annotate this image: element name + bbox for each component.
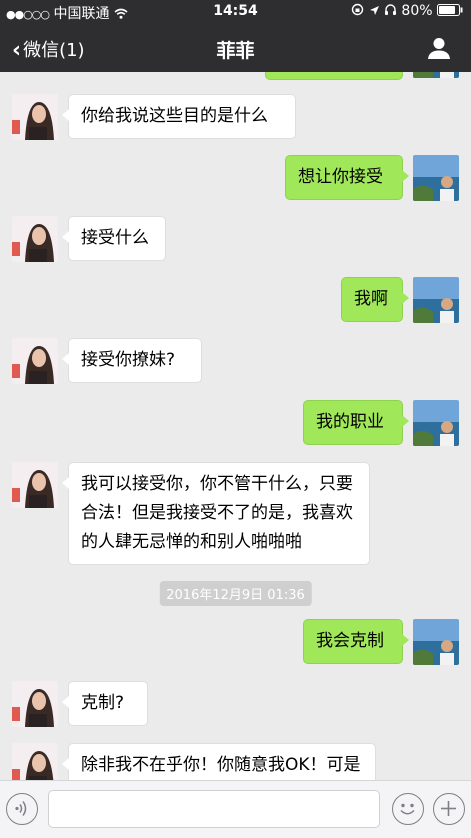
my-avatar[interactable]	[413, 155, 459, 201]
profile-button[interactable]	[427, 36, 451, 60]
message-bubble-incoming[interactable]: 你给我说这些目的是什么	[62, 94, 296, 139]
chat-title: 菲菲	[216, 40, 255, 62]
message-bubble-outgoing[interactable]: 我啊	[341, 277, 409, 322]
battery-percent: 80%	[401, 3, 433, 19]
contact-avatar[interactable]	[12, 462, 58, 508]
message-bubble-outgoing[interactable]: 想让你接受	[285, 155, 409, 200]
my-avatar[interactable]	[413, 72, 459, 78]
contact-avatar[interactable]	[12, 681, 58, 727]
chat-area[interactable]: 你给我说这些目的是什么 想让你接受 接受什么 我啊 接受你撩妹? 我的职业 我可…	[0, 72, 471, 780]
emoji-button[interactable]	[392, 793, 424, 825]
partial-outgoing-bubble	[265, 72, 403, 80]
contact-avatar[interactable]	[12, 743, 58, 780]
voice-button[interactable]	[6, 793, 38, 825]
message-input[interactable]	[48, 790, 380, 828]
nav-bar: ‹ 微信(1) 菲菲	[0, 24, 471, 72]
headphones-icon	[384, 3, 401, 19]
contact-avatar[interactable]	[12, 216, 58, 262]
plus-icon	[441, 801, 456, 816]
message-bubble-outgoing[interactable]: 我会克制	[303, 619, 409, 664]
message-bubble-incoming[interactable]: 接受你撩妹?	[62, 338, 202, 383]
message-bubble-incoming[interactable]: 我可以接受你，你不管干什么，只要合法！但是我接受不了的是，我喜欢的人肆无忌惮的和…	[62, 462, 370, 565]
location-icon	[369, 3, 384, 19]
more-button[interactable]	[433, 793, 465, 825]
status-bar: ●●○○○ 中国联通 14:54 80%	[0, 0, 471, 24]
status-right: 80%	[351, 3, 463, 19]
contact-avatar[interactable]	[12, 338, 58, 384]
contact-avatar[interactable]	[12, 94, 58, 140]
my-avatar[interactable]	[413, 277, 459, 323]
battery-icon	[437, 3, 463, 19]
orientation-lock-icon	[351, 3, 368, 19]
my-avatar[interactable]	[413, 400, 459, 446]
message-bubble-outgoing[interactable]: 我的职业	[303, 400, 409, 445]
voice-icon	[15, 801, 27, 816]
message-bubble-incoming[interactable]: 克制?	[62, 681, 148, 726]
message-bubble-incoming[interactable]: 除非我不在乎你！你随意我OK！可是我不是那种人	[62, 743, 376, 780]
input-bar	[0, 780, 471, 838]
my-avatar[interactable]	[413, 619, 459, 665]
timestamp: 2016年12月9日 01:36	[159, 581, 312, 606]
person-icon	[428, 38, 450, 59]
message-bubble-incoming[interactable]: 接受什么	[62, 216, 166, 261]
emoji-icon	[400, 803, 415, 815]
